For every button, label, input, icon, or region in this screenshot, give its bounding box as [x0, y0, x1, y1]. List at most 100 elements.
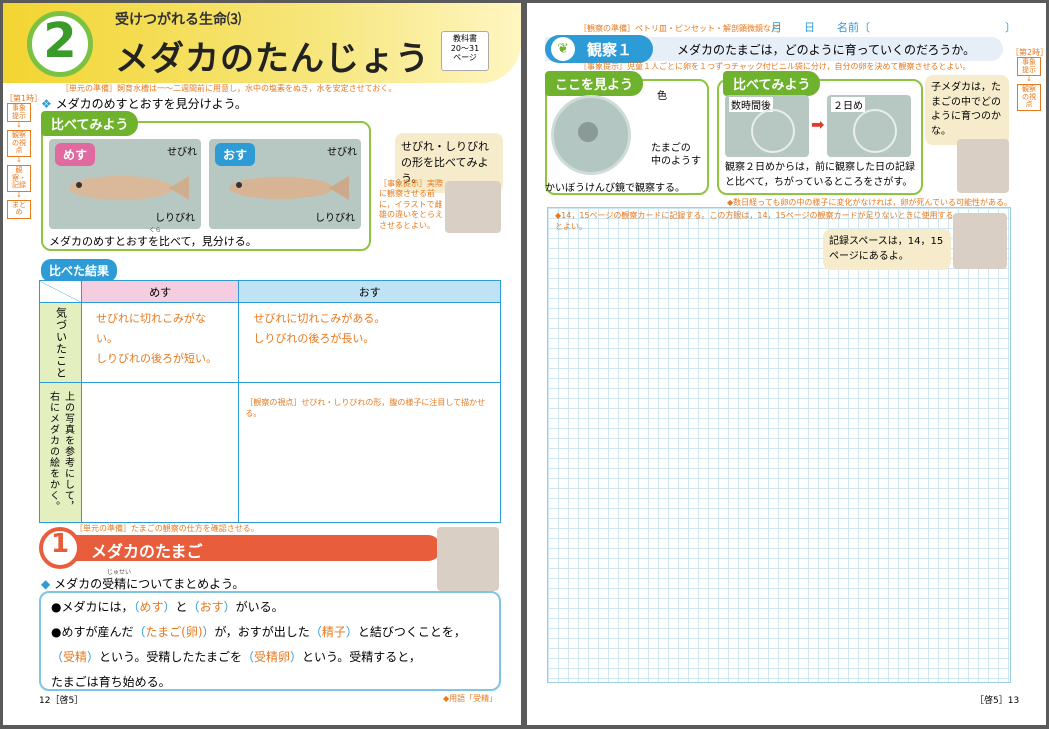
compare-caption: メダカのめすとおすを比べて，見分ける。 — [49, 235, 257, 248]
fish-image — [229, 176, 349, 200]
summary-line: （受精）という。受精したたまごを（受精卵）という。受精すると， — [51, 645, 489, 670]
diamond-icon: ◆ — [41, 577, 51, 591]
side-step: 観察の視点 — [7, 130, 31, 158]
arrow-icon: ↓ — [16, 156, 22, 165]
task-line: ❖ メダカのめすとおすを見分けよう。 — [41, 95, 247, 112]
corner-cell — [39, 280, 82, 303]
page-number: 12［啓5］ — [39, 696, 84, 706]
male-observation: せびれに切れこみがある。 しりびれの後ろが長い。 — [238, 302, 501, 383]
female-column-header: めす — [80, 280, 240, 303]
paren-open: （ — [309, 625, 322, 639]
left-page: 2 受けつがれる生命⑶ メダカのたんじょう 教科書 20～31 ページ ［単元の… — [3, 3, 521, 725]
row-header: 気づいたこと — [39, 302, 82, 383]
table-row: 気づいたこと せびれに切れこみがない。 しりびれの後ろが短い。 せびれに切れこみ… — [39, 302, 501, 383]
row-header: 上の写真を参考にして，右にメダカの絵をかく。 — [39, 382, 82, 523]
mascot-avatar — [437, 527, 499, 591]
answer-blank[interactable]: 受精 — [63, 650, 87, 664]
unit-number: 2 — [43, 13, 77, 69]
right-page: ［観察の準備］ペトリ皿・ピンセット・解剖顕微鏡など 月 日 名前〔 〕 ❦ 観察… — [527, 3, 1046, 725]
paren-open: （ — [241, 650, 254, 664]
date-name-line[interactable]: 月 日 名前〔 — [771, 19, 870, 35]
paren-open: （ — [51, 650, 64, 664]
summary-line: ●メダカには，（めす）と（おす）がいる。 — [51, 595, 489, 620]
look-caption: かいぼうけんび鏡で観察する。 — [545, 183, 685, 194]
obs-question: メダカのたまごは，どのように育っていくのだろうか。 — [677, 43, 976, 57]
egg-image — [751, 109, 795, 153]
diamond-icon: ❖ — [41, 97, 52, 111]
summary-box: ●メダカには，（めす）と（おす）がいる。 ●めすが産んだ（たまご(卵)）が，おす… — [39, 591, 501, 691]
side-step: 観察の視点 — [1017, 84, 1041, 112]
male-drawing-cell[interactable]: ［観察の視点］せびれ・しりびれの形，腹の様子に注目して描かせる。 — [238, 382, 501, 523]
record-grid[interactable] — [547, 207, 1011, 683]
section-task-text: メダカの受精についてまとめよう。 — [54, 577, 245, 591]
date-name-end: 〕 — [1005, 21, 1016, 34]
paren-open: （ — [133, 625, 146, 639]
section-task-line: ◆ メダカの受精についてまとめよう。 — [41, 575, 244, 592]
fish-image — [69, 176, 189, 200]
compare-text: 観察２日めからは，前に観察した日の記録と比べて，ちがっているところをさがす。 — [725, 162, 915, 188]
speech-bubble: 子メダカは，たまごの中でどのように育つのかな。 — [925, 75, 1009, 145]
unit-subtitle-number: ⑶ — [227, 12, 241, 28]
summary-text: という。受精したたまごを — [99, 650, 242, 664]
side-step: 事象提示 — [1017, 57, 1041, 77]
summary-text: ●めすが産んだ — [51, 625, 134, 639]
section-title: メダカのたまご — [91, 542, 203, 561]
arrow-icon: ↓ — [16, 190, 22, 199]
anal-fin-label: しりびれ — [155, 213, 195, 224]
color-label: 色 — [657, 91, 667, 102]
grid-speech-bubble: 記録スペースは，14，15ページにあるよ。 — [823, 229, 951, 270]
unit-subtitle: 受けつがれる生命 — [115, 12, 227, 28]
summary-line: ●めすが産んだ（たまご(卵)）が，おすが出した（精子）と結びつくことを， — [51, 620, 489, 645]
unit-prep-note: ［単元の準備］飼育水槽は一～二週間前に用意し，水中の塩素をぬき，水を安定させてお… — [61, 84, 397, 93]
compare-tag: 比べてみよう — [723, 71, 821, 96]
paren-close: ） — [87, 650, 100, 664]
row-header-text: 気づいたこと — [54, 307, 68, 379]
section-number: 1 — [50, 529, 70, 559]
summary-text: と結びつくことを， — [357, 625, 466, 639]
section-prep-note: ［単元の準備］たまごの観察の仕方を確認させる。 — [75, 524, 259, 533]
term-note: ◆用語「受精」 — [443, 694, 498, 703]
look-tag: ここを見よう — [545, 71, 644, 96]
obs-prep-note: ［観察の準備］ペトリ皿・ピンセット・解剖顕微鏡など — [579, 24, 779, 33]
paren-close: ） — [223, 600, 236, 614]
paren-close: ） — [163, 600, 176, 614]
paren-close: ） — [290, 650, 303, 664]
textbook-ref: 教科書 20～31 ページ — [441, 31, 489, 71]
arrow-right-icon: ➡ — [811, 115, 825, 134]
row-header-text: 上の写真を参考にして，右にメダカの絵をかく。 — [47, 390, 74, 512]
male-column-header: おす — [238, 280, 501, 303]
side-step: 観察・記録 — [7, 164, 31, 192]
page-number: ［啓5］13 — [975, 696, 1020, 706]
female-observation: せびれに切れこみがない。 しりびれの後ろが短い。 — [80, 302, 240, 383]
day2-photo: ２日め — [827, 95, 911, 157]
child-avatar — [957, 139, 1009, 193]
egg-photo — [551, 95, 631, 175]
answer-blank[interactable]: たまご(卵) — [146, 625, 203, 639]
table-row: 上の写真を参考にして，右にメダカの絵をかく。 ［観察の視点］せびれ・しりびれの形… — [39, 382, 501, 523]
paren-open: （ — [187, 600, 200, 614]
answer-blank[interactable]: 精子 — [322, 625, 346, 639]
summary-text: と — [175, 600, 188, 614]
anal-fin-label: しりびれ — [315, 213, 355, 224]
summary-text: という。受精すると， — [302, 650, 421, 664]
summary-line: たまごは育ち始める。 — [51, 675, 171, 689]
female-drawing-cell[interactable] — [80, 382, 240, 523]
egg-image — [853, 109, 897, 153]
answer-blank[interactable]: めす — [140, 600, 164, 614]
summary-text: がいる。 — [235, 600, 284, 614]
dorsal-fin-label: せびれ — [327, 147, 357, 158]
side-steps: 事象提示 ↓ 観察の視点 — [1017, 57, 1041, 112]
inside-label: たまごの 中のようす — [651, 143, 701, 167]
answer-blank[interactable]: おす — [200, 600, 224, 614]
answer-blank[interactable]: 受精卵 — [254, 650, 290, 664]
paren-close: ） — [345, 625, 358, 639]
summary-text: ●メダカには， — [51, 600, 134, 614]
observation-note: ［観察の視点］せびれ・しりびれの形，腹の様子に注目して描かせる。 — [245, 398, 486, 418]
result-table: めす おす 気づいたこと せびれに切れこみがない。 しりびれの後ろが短い。 せび… — [39, 280, 501, 523]
side-steps: 事象提示 ↓ 観察の視点 ↓ 観察・記録 ↓ まとめ — [7, 103, 31, 219]
event-note: ［事象提示］実際に観察させる前に，イラストで雌雄の違いをとらえさせるとよい。 — [379, 179, 443, 230]
arrow-icon: ↓ — [16, 121, 22, 130]
hours-later-photo: 数時間後 — [725, 95, 809, 157]
egg-inner — [578, 122, 598, 142]
male-fish-photo: おす せびれ しりびれ — [209, 139, 361, 229]
